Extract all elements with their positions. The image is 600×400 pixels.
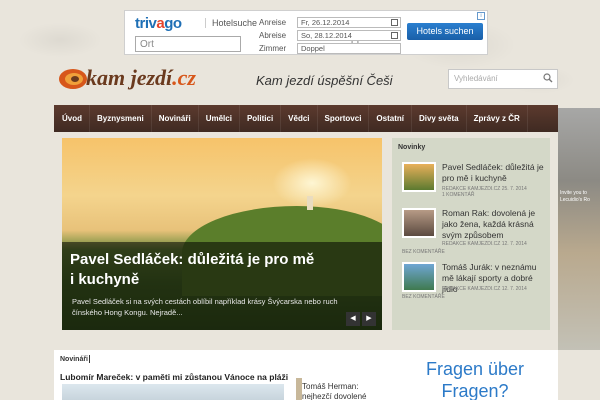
right-ad-text: Invite you to Lecuidio's Ro [560, 190, 590, 203]
site-tagline: Kam jezdí úspěšní Češi [256, 73, 393, 88]
ad-hotelsuche-label: Hotelsuche [205, 18, 257, 28]
ad-abreise-label: Abreise [259, 31, 287, 40]
nav-item-novinari[interactable]: Novináři [152, 105, 199, 132]
main-nav: Úvod Byznysmeni Novináři Umělci Politici… [54, 105, 558, 132]
nav-item-sportovci[interactable]: Sportovci [318, 105, 370, 132]
novinky-panel: Novinky Pavel Sedláček: důležitá je pro … [392, 138, 550, 330]
bottom-ad[interactable]: Fragen über Fragen? [392, 358, 558, 400]
bottom-ad-text: Fragen über Fragen? [425, 359, 525, 400]
ad-zimmer-label: Zimmer [259, 44, 287, 53]
nav-item-byznysmeni[interactable]: Byznysmeni [90, 105, 152, 132]
article-image[interactable] [62, 384, 284, 400]
news-comments[interactable]: 1 KOMENTÁŘ [442, 192, 475, 198]
news-thumbnail[interactable] [402, 262, 436, 292]
novinky-heading: Novinky [398, 144, 426, 151]
logo-text: kam jezdí [86, 65, 173, 90]
slider-prev-button[interactable]: ◀ [346, 312, 360, 326]
article-title[interactable]: Lubomír Mareček: v paměti mi zůstanou Vá… [60, 372, 288, 382]
news-title[interactable]: Roman Rak: dovolená je jako žena, každá … [442, 208, 550, 241]
trivago-ad-banner[interactable]: trivago Hotelsuche Ort Anreise Fr, 26.12… [124, 10, 488, 55]
nav-item-politici[interactable]: Politici [240, 105, 282, 132]
nav-item-zpravy-z-cr[interactable]: Zprávy z ČR [467, 105, 528, 132]
article-teaser[interactable]: Tomáš Herman: nejhezčí dovolené jsou ty … [302, 382, 382, 400]
hotels-suchen-button[interactable]: Hotels suchen [407, 23, 483, 40]
calendar-icon [391, 32, 398, 39]
news-comments[interactable]: BEZ KOMENTÁŘE [402, 294, 445, 300]
calendar-icon [391, 19, 398, 26]
site-logo[interactable]: kam jezdí.cz [58, 62, 228, 96]
slider-next-button[interactable]: ▶ [362, 312, 376, 326]
section-label-novinari[interactable]: Novináři [60, 356, 88, 363]
right-side-ad[interactable]: Invite you to Lecuidio's Ro [558, 108, 600, 350]
news-comments[interactable]: BEZ KOMENTÁŘE [402, 249, 445, 255]
logo-suffix: .cz [172, 65, 196, 90]
site-search-input[interactable]: Vyhledávání [448, 69, 558, 89]
nav-item-divy-sveta[interactable]: Divy světa [412, 105, 467, 132]
feature-title[interactable]: Pavel Sedláček: důležitá je pro mě i kuc… [70, 250, 320, 290]
ad-abreise-field[interactable]: So, 28.12.2014 [297, 30, 401, 41]
ad-zimmer-select[interactable]: Doppel [297, 43, 401, 54]
section-separator [89, 355, 90, 363]
ad-anreise-field[interactable]: Fr, 26.12.2014 [297, 17, 401, 28]
news-meta: REDAKCE KAMJEZDI.CZ 12. 7. 2014 [442, 241, 527, 247]
nav-item-ostatni[interactable]: Ostatní [369, 105, 412, 132]
ad-info-icon[interactable]: i [477, 12, 485, 20]
news-thumbnail[interactable] [402, 162, 436, 192]
ad-ort-input[interactable]: Ort [135, 36, 241, 52]
news-meta: REDAKCE KAMJEZDI.CZ 12. 7. 2014 [442, 286, 527, 292]
news-title[interactable]: Pavel Sedláček: důležitá je pro mě i kuc… [442, 162, 550, 184]
search-icon[interactable] [543, 73, 553, 83]
feature-image-tower [307, 196, 313, 210]
featured-slider[interactable]: Pavel Sedláček: důležitá je pro mě i kuc… [62, 138, 382, 330]
feature-description: Pavel Sedláček si na svých cestách oblíb… [72, 297, 338, 317]
trivago-logo: trivago [135, 15, 182, 32]
nav-item-uvod[interactable]: Úvod [54, 105, 90, 132]
nav-item-umelci[interactable]: Umělci [199, 105, 240, 132]
news-thumbnail[interactable] [402, 208, 436, 238]
ad-anreise-label: Anreise [259, 18, 287, 27]
nav-item-vedci[interactable]: Vědci [281, 105, 318, 132]
